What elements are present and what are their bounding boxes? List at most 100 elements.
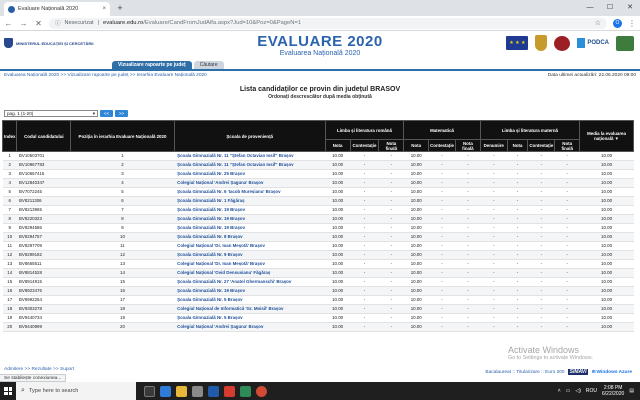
cell-media: 10.00: [579, 322, 634, 332]
cell-media: 10.00: [579, 250, 634, 260]
cell-cod: BV8992254: [16, 295, 71, 305]
cell-scoala[interactable]: Școala Gimnazială Nr. 27 'Anatol Gherman…: [174, 277, 326, 287]
start-button[interactable]: [0, 382, 16, 400]
cell-lf: -: [554, 205, 580, 215]
cell-scoala[interactable]: Școala Gimnazială Nr. 19 Brașov: [174, 214, 326, 224]
cell-scoala[interactable]: Școala Gimnazială Nr. 11 "Ștefan Octavia…: [174, 151, 326, 161]
cell-pozitie: 15: [70, 277, 175, 287]
col-mate-contestatie: Contestație: [428, 139, 456, 152]
results-body: 1 BV10503701 1 Școala Gimnazială Nr. 11 "Șt…: [2, 151, 634, 332]
col-media-sort[interactable]: Media la evaluarea națională ▼: [579, 120, 634, 152]
info-icon[interactable]: ⓘ: [55, 19, 61, 27]
cell-pozitie: 18: [70, 304, 175, 314]
cell-index: 2: [2, 160, 17, 170]
stop-icon[interactable]: ✕: [34, 19, 43, 28]
cell-lf: -: [554, 214, 580, 224]
chrome-icon[interactable]: [256, 385, 267, 397]
network-icon[interactable]: ▭: [566, 388, 571, 394]
file-explorer-icon[interactable]: [176, 385, 187, 397]
cell-pozitie: 12: [70, 250, 175, 260]
cell-scoala[interactable]: Colegiul Național 'Dr. Ioan Meșotă' Braș…: [174, 259, 326, 269]
cell-index: 3: [2, 169, 17, 179]
notifications-icon[interactable]: ▤: [629, 388, 634, 394]
cell-scoala[interactable]: Colegiul Național 'Andrei Șaguna' Brașov: [174, 178, 326, 188]
cell-scoala[interactable]: Școala Gimnazială Nr. 19 Brașov: [174, 223, 326, 233]
cell-rf: -: [378, 151, 404, 161]
cell-media: 10.00: [579, 304, 634, 314]
cell-index: 18: [2, 304, 17, 314]
cell-mf: -: [455, 151, 481, 161]
cell-media: 10.00: [579, 295, 634, 305]
windows-azure-logo[interactable]: ⊞ Windows Azure: [591, 370, 632, 375]
tab-rapoarte-judet[interactable]: Vizualizare rapoarte pe județ: [112, 61, 192, 69]
store-icon[interactable]: [192, 385, 203, 397]
cell-scoala[interactable]: Școala Gimnazială Nr. 8 Brașov: [174, 232, 326, 242]
cell-scoala[interactable]: Școala Gimnazială Nr. 19 Brașov: [174, 205, 326, 215]
language-indicator[interactable]: ROU: [586, 388, 597, 394]
excel-icon[interactable]: [240, 385, 251, 397]
col-materna-nota: Nota: [506, 139, 529, 152]
word-icon[interactable]: [208, 385, 219, 397]
cell-scoala[interactable]: Școala Gimnazială Nr. 19 Brașov: [174, 286, 326, 296]
cell-lc: -: [527, 169, 555, 179]
next-page-button[interactable]: >>: [115, 110, 128, 117]
cell-mn: 10.00: [403, 196, 429, 206]
col-group-materna: Limba și literatura maternă: [479, 120, 581, 140]
prev-page-button[interactable]: <<: [100, 110, 113, 117]
taskbar-clock[interactable]: 2:08 PM 6/22/2020: [602, 385, 624, 397]
cell-scoala[interactable]: Colegiul Național 'Ovid Densusianu' Făgă…: [174, 268, 326, 278]
new-tab-button[interactable]: +: [114, 2, 126, 14]
task-view-icon[interactable]: [144, 385, 155, 397]
cell-rn: 10.00: [325, 151, 350, 161]
cell-mn: 10.00: [403, 313, 429, 323]
bookmark-star-icon[interactable]: ☆: [595, 19, 601, 27]
podca-mark-icon: [577, 38, 586, 48]
cell-media: 10.00: [579, 205, 634, 215]
footer-nav-links[interactable]: Bacalaureat :: Titularizare :: Euro 200: [485, 370, 564, 375]
cell-ld: -: [480, 313, 508, 323]
cell-ln: -: [507, 250, 528, 260]
col-mate-nota: Nota: [403, 139, 430, 152]
url-text[interactable]: evaluare.edu.ro/Evaluare/CandFromJudAlfa…: [103, 20, 301, 26]
profile-avatar[interactable]: O: [613, 18, 622, 28]
tab-cautare[interactable]: Căutare: [193, 61, 224, 69]
cell-rn: 10.00: [325, 322, 350, 332]
footer-left-links[interactable]: Admitere >> Rezultate >> Suport: [4, 367, 74, 372]
cell-scoala[interactable]: Școala Gimnazială Nr. 5 Brașov: [174, 313, 326, 323]
chevron-up-icon[interactable]: ˄: [558, 388, 561, 394]
taskbar-search[interactable]: ⌕ Type here to search: [16, 382, 136, 400]
last-update: Data ultimei actualizări: 22.06.2020 09:…: [547, 72, 636, 78]
cell-lf: -: [554, 178, 580, 188]
close-window-icon[interactable]: ✕: [620, 0, 640, 16]
volume-icon[interactable]: ◁): [575, 388, 581, 394]
cell-scoala[interactable]: Colegiul Național 'Andrei Șaguna' Brașov: [174, 322, 326, 332]
cell-scoala[interactable]: Colegiul Național 'Dr. Ioan Meșotă' Braș…: [174, 241, 326, 251]
cell-media: 10.00: [579, 169, 634, 179]
maximize-icon[interactable]: ☐: [600, 0, 620, 16]
cell-scoala[interactable]: Școala Gimnazială Nr. 11 "Ștefan Octavia…: [174, 160, 326, 170]
more-menu-icon[interactable]: ⋮: [628, 19, 636, 28]
cell-scoala[interactable]: Școala Gimnazială Nr. 1 Făgăraș: [174, 196, 326, 206]
cell-scoala[interactable]: Școala Gimnazială Nr. 5 Brașov: [174, 295, 326, 305]
address-bar[interactable]: ⓘ Nesecurizat | evaluare.edu.ro/Evaluare…: [49, 17, 607, 29]
simavi-logo[interactable]: SIMAVI: [567, 369, 589, 375]
cell-mc: -: [428, 214, 456, 224]
back-icon[interactable]: ←: [4, 19, 13, 28]
cell-scoala[interactable]: Școala Gimnazială Nr. 6 'Iacob Mureșianu…: [174, 187, 326, 197]
cell-lf: -: [554, 295, 580, 305]
acrobat-icon[interactable]: [224, 385, 235, 397]
minimize-icon[interactable]: —: [580, 0, 600, 16]
cell-lc: -: [527, 232, 555, 242]
cell-scoala[interactable]: Colegiul Național de Informatică 'Gr. Mo…: [174, 304, 326, 314]
breadcrumb[interactable]: Evaluarea Națională 2020 >> Vizualizare …: [4, 73, 207, 78]
cell-scoala[interactable]: Școala Gimnazială Nr. 25 Brașov: [174, 169, 326, 179]
page-select[interactable]: pag. 1 (1-20) ▾: [4, 110, 98, 117]
table-row: 11 BV8297709 11 Colegiul Național 'Dr. Ioan…: [2, 241, 634, 251]
forward-icon[interactable]: →: [19, 19, 28, 28]
cell-scoala[interactable]: Școala Gimnazială Nr. 9 Brașov: [174, 250, 326, 260]
browser-tab[interactable]: Evaluare Națională 2020 ×: [4, 2, 110, 16]
cell-rc: -: [350, 232, 379, 242]
cell-lc: -: [527, 151, 555, 161]
close-icon[interactable]: ×: [102, 6, 106, 12]
edge-icon[interactable]: [160, 385, 171, 397]
